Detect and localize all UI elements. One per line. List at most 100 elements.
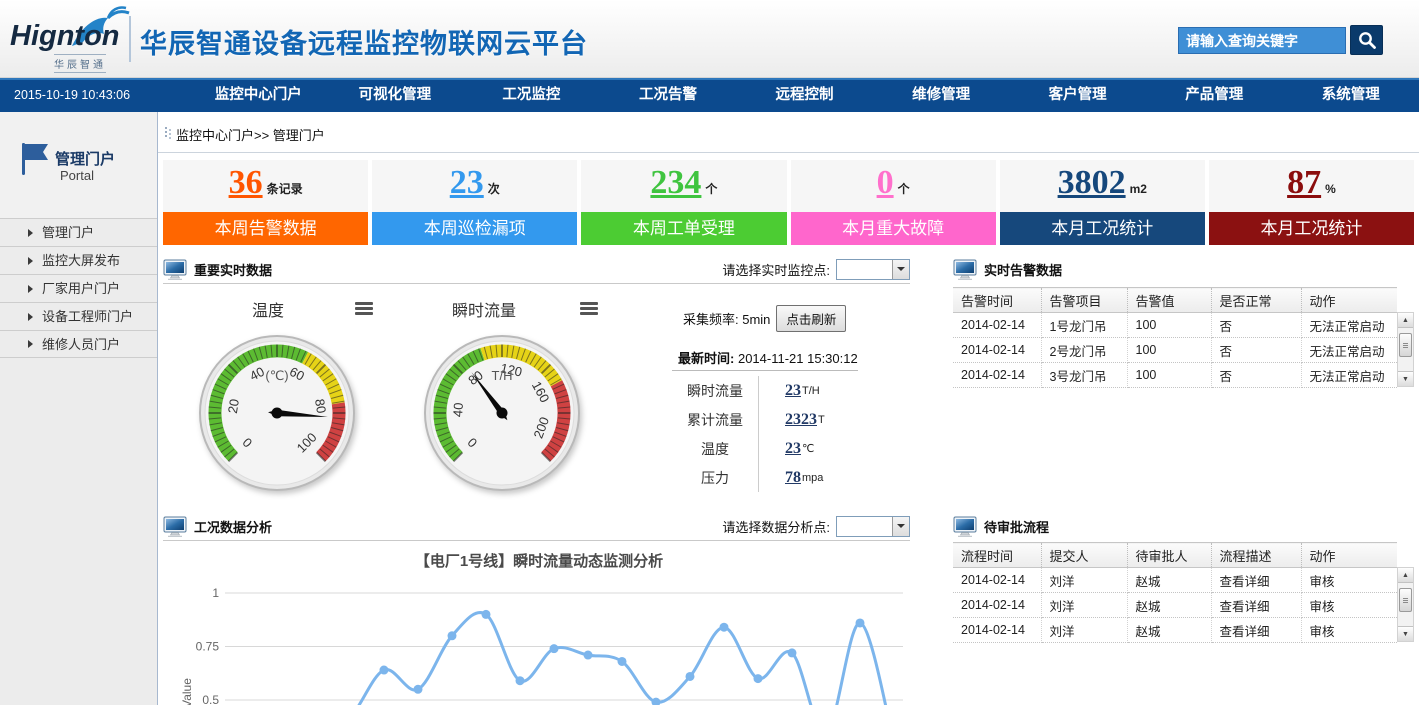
sidebar-item-1[interactable]: 管理门户: [0, 218, 157, 246]
chart-menu-icon[interactable]: [580, 302, 598, 315]
breadcrumb[interactable]: 监控中心门户>> 管理门户: [176, 125, 325, 144]
sidebar-item-label: 维修人员门户: [42, 337, 120, 352]
stat-value: 87: [1287, 166, 1321, 200]
platform-title: 华辰智通设备远程监控物联网云平台: [140, 22, 588, 61]
nav-items: 监控中心门户可视化管理工况监控工况告警远程控制维修管理客户管理产品管理系统管理: [190, 80, 1419, 112]
arrow-right-icon: [28, 257, 33, 265]
col-header: 告警项目: [1041, 288, 1127, 313]
nav-item-5[interactable]: 远程控制: [736, 80, 873, 112]
table-header-row: 告警时间告警项目告警值是否正常动作: [953, 288, 1397, 313]
analysis-point-select[interactable]: [836, 516, 910, 537]
logo-link[interactable]: Hignton 华辰智通: [10, 6, 135, 72]
nav-item-4[interactable]: 工况告警: [600, 80, 737, 112]
cell: 刘洋: [1041, 593, 1127, 618]
portal-header: 管理门户 Portal: [0, 112, 157, 218]
chevron-down-icon[interactable]: [892, 517, 909, 536]
cell: 2014-02-14: [953, 338, 1041, 363]
arrow-right-icon: [28, 313, 33, 321]
sidebar-item-label: 监控大屏发布: [42, 253, 120, 268]
chart-title: 【电厂1号线】瞬时流量动态监测分析: [163, 550, 915, 571]
stats-row: 36条记录本周告警数据23次本周巡检漏项234个本周工单受理0个本月重大故障38…: [163, 160, 1414, 245]
latest-time-value: 2014-11-21 15:30:12: [738, 351, 858, 366]
stat-label: 本周工单受理: [581, 212, 786, 245]
sidebar-item-2[interactable]: 监控大屏发布: [0, 246, 157, 274]
nav-item-9[interactable]: 系统管理: [1283, 80, 1419, 112]
stat-unit: %: [1325, 182, 1336, 196]
cell: 3号龙门吊: [1041, 363, 1127, 388]
top-header: Hignton 华辰智通 华辰智通设备远程监控物联网云平台: [0, 0, 1419, 78]
table-row-1: 2014-02-141号龙门吊100否无法正常启动: [953, 313, 1397, 338]
stat-unit: 个: [898, 180, 910, 197]
search-icon: [1357, 30, 1377, 50]
stat-label: 本月工况统计: [1000, 212, 1205, 245]
reading-value-wrap: 23T/H: [758, 376, 872, 405]
chevron-down-icon[interactable]: [892, 260, 909, 279]
reading-value-wrap: 78mpa: [758, 463, 872, 492]
scroll-down-icon[interactable]: ▼: [1398, 626, 1413, 641]
action-cell[interactable]: 审核: [1301, 618, 1397, 643]
refresh-button[interactable]: 点击刷新: [776, 305, 846, 332]
scroll-thumb[interactable]: [1399, 588, 1412, 612]
stat-card-1[interactable]: 36条记录本周告警数据: [163, 160, 368, 245]
stat-value: 36: [229, 166, 263, 200]
search-button[interactable]: [1350, 25, 1383, 55]
stat-value: 0: [877, 166, 894, 200]
reading-unit: T/H: [802, 385, 820, 397]
scroll-thumb[interactable]: [1399, 333, 1412, 357]
reading-value: 23: [785, 440, 801, 458]
action-cell[interactable]: 审核: [1301, 593, 1397, 618]
main-content: 监控中心门户>> 管理门户 36条记录本周告警数据23次本周巡检漏项234个本周…: [158, 112, 1419, 705]
stat-value-area: 36条记录: [163, 160, 368, 212]
action-cell[interactable]: 无法正常启动: [1301, 313, 1397, 338]
sidebar-item-3[interactable]: 厂家用户门户: [0, 274, 157, 302]
action-cell[interactable]: 审核: [1301, 568, 1397, 593]
stat-label: 本月工况统计: [1209, 212, 1414, 245]
sidebar-item-5[interactable]: 维修人员门户: [0, 330, 157, 358]
nav-item-3[interactable]: 工况监控: [463, 80, 600, 112]
scroll-up-icon[interactable]: ▲: [1398, 313, 1413, 328]
chart-menu-icon[interactable]: [355, 302, 373, 315]
table-row-3: 2014-02-143号龙门吊100否无法正常启动: [953, 363, 1397, 388]
nav-item-8[interactable]: 产品管理: [1146, 80, 1283, 112]
col-header: 流程时间: [953, 543, 1041, 568]
stat-card-2[interactable]: 23次本周巡检漏项: [372, 160, 577, 245]
nav-item-7[interactable]: 客户管理: [1009, 80, 1146, 112]
monitor-point-select[interactable]: [836, 259, 910, 280]
latest-time-label: 最新时间:: [678, 351, 734, 366]
scroll-down-icon[interactable]: ▼: [1398, 371, 1413, 386]
alarm-table-scrollbar[interactable]: ▲ ▼: [1397, 312, 1414, 387]
latest-time-row: 最新时间: 2014-11-21 15:30:12: [678, 348, 858, 367]
scroll-up-icon[interactable]: ▲: [1398, 568, 1413, 583]
portal-title: 管理门户: [55, 148, 115, 169]
stat-unit: m2: [1130, 182, 1147, 196]
data-table: 告警时间告警项目告警值是否正常动作2014-02-141号龙门吊100否无法正常…: [953, 287, 1397, 388]
stat-card-3[interactable]: 234个本周工单受理: [581, 160, 786, 245]
nav-item-6[interactable]: 维修管理: [873, 80, 1010, 112]
stat-card-6[interactable]: 87% 本月工况统计: [1209, 160, 1414, 245]
cell: 查看详细: [1211, 618, 1301, 643]
cell: 否: [1211, 313, 1301, 338]
stat-card-4[interactable]: 0个本月重大故障: [791, 160, 996, 245]
action-cell[interactable]: 无法正常启动: [1301, 338, 1397, 363]
search-input[interactable]: [1178, 27, 1346, 54]
action-cell[interactable]: 无法正常启动: [1301, 363, 1397, 388]
approval-table-scrollbar[interactable]: ▲ ▼: [1397, 567, 1414, 642]
stat-label: 本周告警数据: [163, 212, 368, 245]
stat-value: 23: [450, 166, 484, 200]
reading-row-3: 温度23℃: [672, 434, 872, 463]
table-header-row: 流程时间提交人待审批人流程描述动作: [953, 543, 1397, 568]
arrow-right-icon: [28, 285, 33, 293]
stat-value-area: 0个: [791, 160, 996, 212]
arrow-right-icon: [28, 340, 33, 348]
cell: 2号龙门吊: [1041, 338, 1127, 363]
nav-item-1[interactable]: 监控中心门户: [190, 80, 327, 112]
reading-unit: T: [818, 414, 825, 426]
sidebar: 管理门户 Portal 管理门户监控大屏发布厂家用户门户设备工程师门户维修人员门…: [0, 112, 158, 705]
table-row-3: 2014-02-14刘洋赵城查看详细审核: [953, 618, 1397, 643]
main-nav: 2015-10-19 10:43:06 监控中心门户可视化管理工况监控工况告警远…: [0, 78, 1419, 112]
sidebar-item-4[interactable]: 设备工程师门户: [0, 302, 157, 330]
stat-card-5[interactable]: 3802m2本月工况统计: [1000, 160, 1205, 245]
logo-text: Hignton: [10, 20, 120, 53]
nav-item-2[interactable]: 可视化管理: [327, 80, 464, 112]
table-row-2: 2014-02-14刘洋赵城查看详细审核: [953, 593, 1397, 618]
